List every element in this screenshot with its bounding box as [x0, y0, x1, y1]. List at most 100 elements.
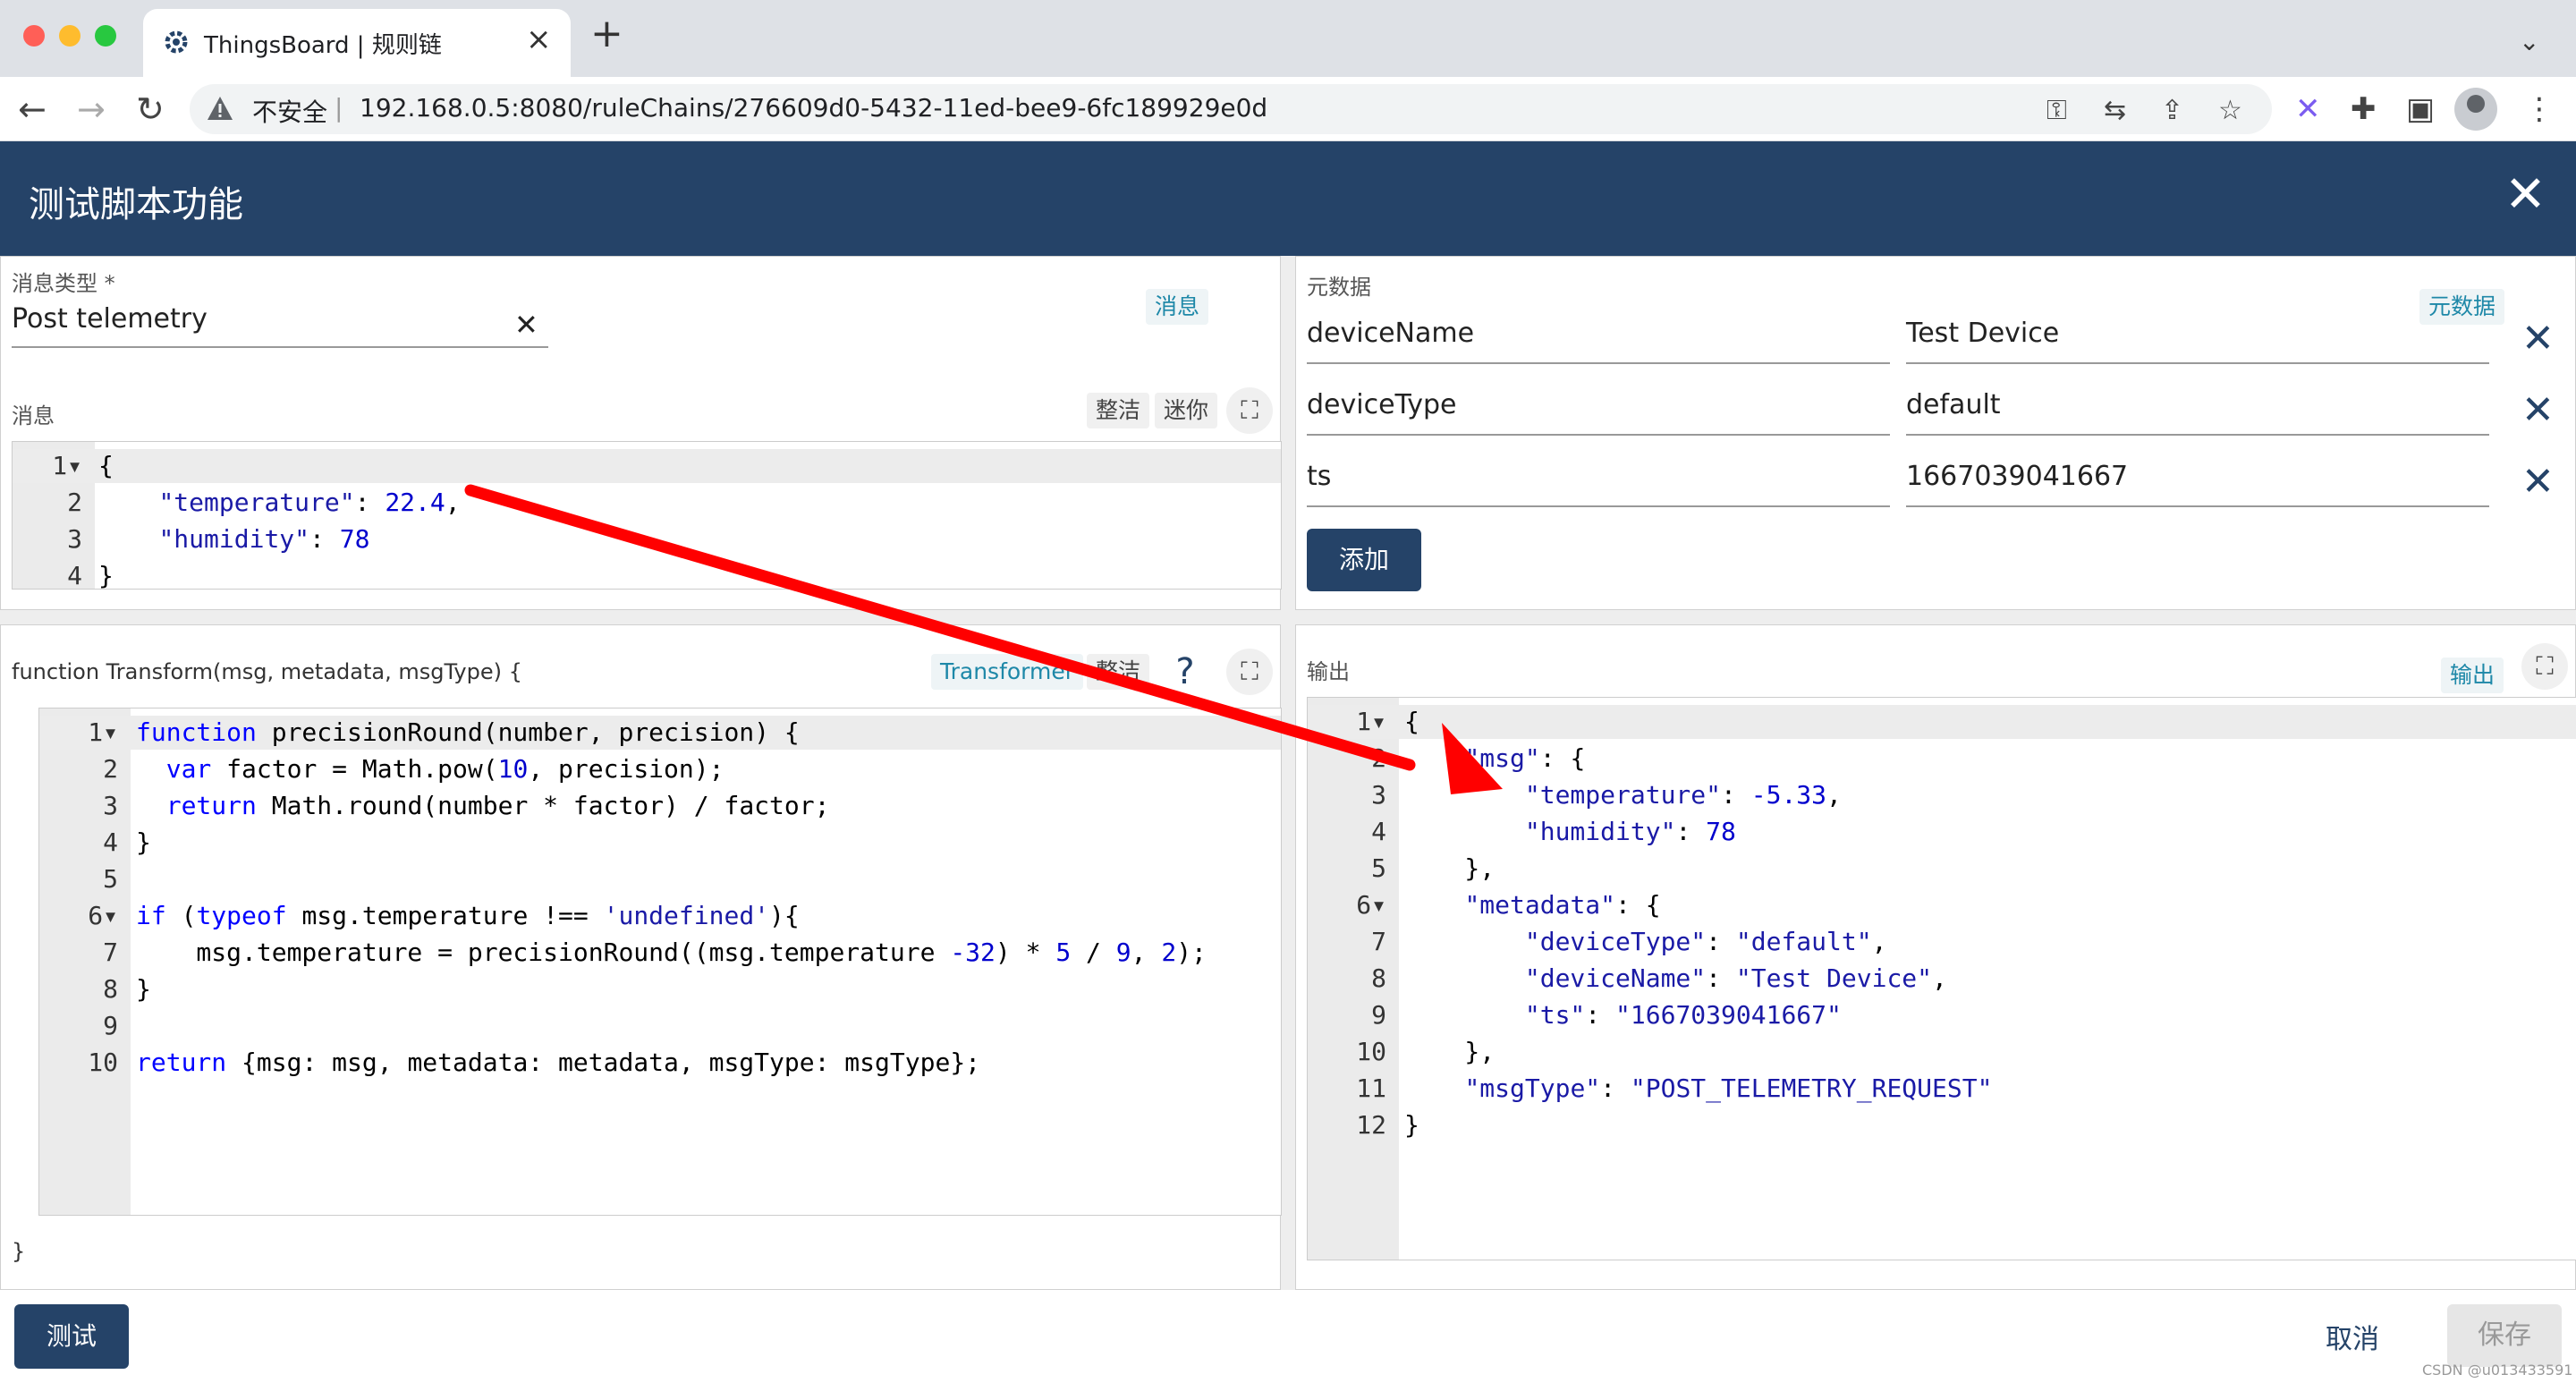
code-line[interactable]: 7 msg.temperature = precisionRound((msg.…	[39, 936, 1281, 970]
cancel-button[interactable]: 取消	[2326, 1317, 2379, 1356]
clear-message-type-icon[interactable]: ✕	[514, 305, 538, 344]
code-line[interactable]: 4 "humidity": 78	[1308, 815, 2576, 849]
code-line[interactable]: 10 return {msg: msg, metadata: metadata, …	[39, 1046, 1281, 1080]
dialog-title: 测试脚本功能	[29, 184, 243, 225]
mini-button[interactable]: 迷你	[1155, 393, 1218, 428]
code-line[interactable]: 1▾ function precisionRound(number, precis…	[39, 716, 1281, 750]
code-line[interactable]: 5 },	[1308, 852, 2576, 886]
code-line[interactable]: 7 "deviceType": "default",	[1308, 925, 2576, 959]
key-icon[interactable]: ⚿	[2046, 95, 2067, 126]
metadata-key-field[interactable]: deviceType	[1307, 389, 1456, 420]
star-icon[interactable]: ☆	[2218, 95, 2242, 126]
output-panel: 输出 输出 ⛶ 1▾{2 "msg": {3 "temperature": -5…	[1295, 624, 2576, 1290]
fullscreen-icon[interactable]: ⛶	[1226, 387, 1273, 434]
line-number: 6▾	[88, 901, 118, 930]
metadata-key-field[interactable]: deviceName	[1307, 318, 1474, 349]
back-icon[interactable]: ←	[18, 86, 47, 132]
remove-row-icon[interactable]: ✕	[2521, 391, 2555, 430]
output-editor[interactable]: 1▾{2 "msg": {3 "temperature": -5.33, 4 "h…	[1307, 697, 2576, 1260]
code-line[interactable]: 2 "msg": {	[1308, 742, 2576, 776]
message-type-select[interactable]: Post telemetry	[12, 303, 208, 335]
script-editor[interactable]: 1▾ function precisionRound(number, precis…	[38, 708, 1282, 1216]
code-line[interactable]: 2 "temperature": 22.4,	[13, 486, 1281, 520]
field-underline	[1307, 434, 1890, 436]
field-underline	[1906, 434, 2489, 436]
chevron-down-icon[interactable]: ⌄	[2519, 27, 2539, 56]
more-menu-icon[interactable]: ⋮	[2524, 91, 2555, 127]
browser-tab-strip: ThingsBoard | 规则链 × + ⌄	[0, 0, 2576, 77]
new-tab-icon[interactable]: +	[590, 14, 623, 54]
fullscreen-icon[interactable]: ⛶	[1226, 649, 1273, 695]
code-line[interactable]: 12}	[1308, 1108, 2576, 1142]
minimize-window-button[interactable]	[59, 25, 80, 47]
metadata-key-field[interactable]: ts	[1307, 461, 1331, 492]
remove-row-icon[interactable]: ✕	[2521, 462, 2555, 502]
extensions-puzzle-icon[interactable]: ✚	[2351, 91, 2377, 127]
code-line[interactable]: 3 return Math.round(number * factor) / f…	[39, 789, 1281, 823]
metadata-label: 元数据	[1307, 275, 1371, 300]
code-line[interactable]: 2 var factor = Math.pow(10, precision);	[39, 752, 1281, 786]
line-number: 3	[1371, 780, 1386, 810]
tab-close-icon[interactable]: ×	[526, 21, 552, 57]
code-line[interactable]: 6▾ "metadata": {	[1308, 888, 2576, 922]
code-line[interactable]: 4}	[13, 559, 1281, 590]
code-text: },	[1404, 1037, 1496, 1066]
metadata-value-field[interactable]: default	[1906, 389, 2001, 420]
code-line[interactable]: 3 "temperature": -5.33,	[1308, 778, 2576, 812]
code-line[interactable]: 11 "msgType": "POST_TELEMETRY_REQUEST"	[1308, 1072, 2576, 1106]
message-editor[interactable]: 1▾{2 "temperature": 22.4, 3 "humidity": 7…	[12, 441, 1282, 590]
code-text: {	[1404, 707, 1419, 736]
message-chip: 消息	[1146, 289, 1209, 325]
code-text: },	[1404, 853, 1496, 883]
vertical-splitter[interactable]	[1281, 256, 1295, 1290]
zoom-window-button[interactable]	[95, 25, 116, 47]
fullscreen-icon[interactable]: ⛶	[2521, 643, 2568, 690]
side-panel-icon[interactable]: ▣	[2406, 91, 2435, 127]
code-line[interactable]: 6▾ if (typeof msg.temperature !== 'undefi…	[39, 899, 1281, 933]
code-line[interactable]: 8}	[39, 972, 1281, 1006]
tidy-button[interactable]: 整洁	[1087, 393, 1150, 428]
remove-row-icon[interactable]: ✕	[2521, 319, 2555, 359]
code-line[interactable]: 5	[39, 862, 1281, 896]
code-line[interactable]: 1▾ {	[13, 449, 1281, 483]
code-text: msg.temperature = precisionRound((msg.te…	[136, 938, 1207, 967]
translate-icon[interactable]: ⇆	[2104, 95, 2126, 126]
message-panel: 消息类型 * Post telemetry ✕ 消息 消息 整洁 迷你 ⛶ 1▾…	[0, 256, 1282, 610]
metadata-value-field[interactable]: 1667039041667	[1906, 461, 2128, 492]
save-button[interactable]: 保存	[2447, 1304, 2562, 1367]
transformer-chip: Transformer	[931, 654, 1084, 690]
share-icon[interactable]: ⇪	[2161, 95, 2183, 126]
code-line[interactable]: 3 "humidity": 78	[13, 522, 1281, 556]
add-metadata-button[interactable]: 添加	[1307, 529, 1421, 591]
field-underline	[1906, 362, 2489, 364]
line-number: 9	[103, 1011, 118, 1040]
extension-x-icon[interactable]: ✕	[2295, 91, 2321, 127]
line-number: 2	[1371, 743, 1386, 773]
reload-icon[interactable]: ↻	[136, 86, 165, 132]
address-bar[interactable]: 不安全 | 192.168.0.5:8080/ruleChains/276609…	[190, 84, 2272, 134]
code-line[interactable]: 9	[39, 1009, 1281, 1043]
help-icon[interactable]: ?	[1162, 649, 1208, 695]
dialog-footer: 测试 取消 保存 CSDN @u013433591	[0, 1290, 2576, 1383]
close-icon[interactable]: ✕	[2504, 168, 2546, 222]
browser-tab[interactable]: ThingsBoard | 规则链 ×	[143, 9, 571, 77]
code-text: "humidity": 78	[158, 524, 370, 554]
code-line[interactable]: 1▾ {	[1308, 705, 2576, 739]
code-line[interactable]: 9 "ts": "1667039041667"	[1308, 998, 2576, 1032]
metadata-panel: 元数据 元数据 deviceName Test Device ✕ deviceT…	[1295, 256, 2576, 610]
message-type-label: 消息类型 *	[12, 271, 115, 296]
forward-icon[interactable]: →	[77, 86, 106, 132]
tidy-button[interactable]: 整洁	[1087, 654, 1150, 690]
line-number: 5	[1371, 853, 1386, 883]
code-line[interactable]: 10 },	[1308, 1035, 2576, 1069]
function-signature: function Transform(msg, metadata, msgTyp…	[12, 659, 522, 684]
metadata-value-field[interactable]: Test Device	[1906, 318, 2059, 349]
url-text[interactable]: 192.168.0.5:8080/ruleChains/276609d0-543…	[360, 93, 1267, 123]
code-line[interactable]: 8 "deviceName": "Test Device",	[1308, 962, 2576, 996]
code-text: }	[98, 561, 114, 590]
test-button[interactable]: 测试	[14, 1304, 129, 1369]
browser-toolbar: ← → ↻ 不安全 | 192.168.0.5:8080/ruleChains/…	[0, 77, 2576, 141]
code-line[interactable]: 4}	[39, 826, 1281, 860]
close-window-button[interactable]	[23, 25, 45, 47]
avatar[interactable]	[2454, 88, 2497, 131]
